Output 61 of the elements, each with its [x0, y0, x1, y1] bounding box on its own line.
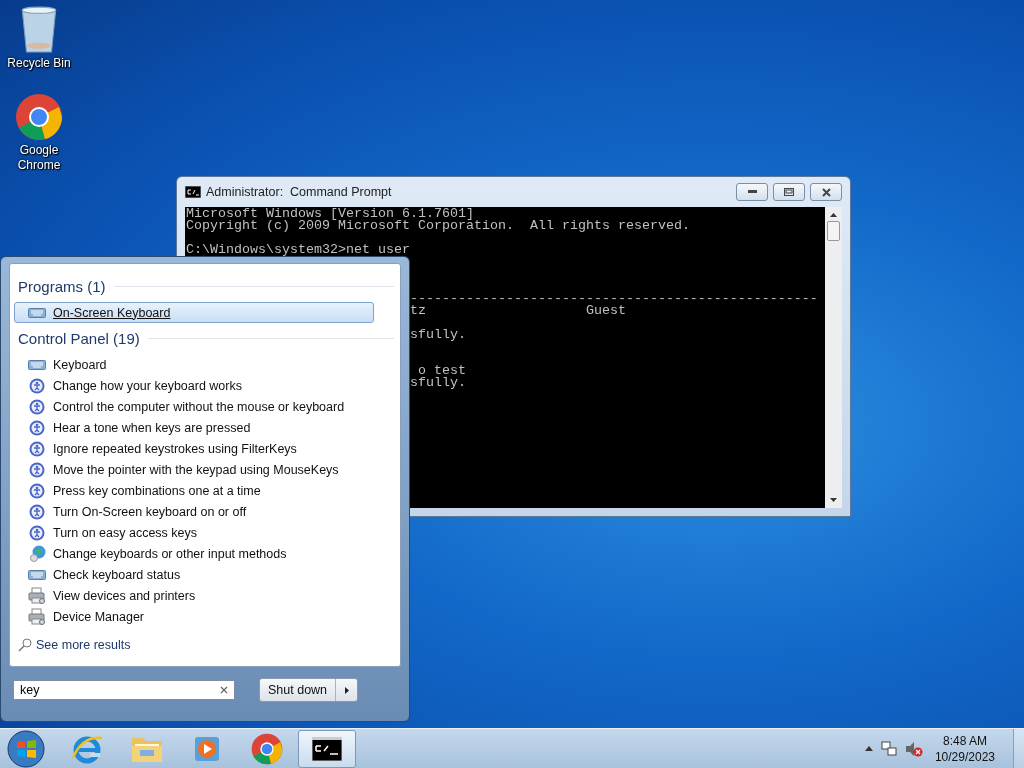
scroll-down-icon [830, 498, 837, 502]
search-result[interactable]: Move the pointer with the keypad using MouseKeys [14, 459, 374, 480]
accessibility-icon [29, 419, 45, 436]
globe-keyboard-icon [28, 545, 46, 562]
close-button[interactable] [810, 183, 842, 201]
chrome-icon[interactable] [15, 93, 63, 141]
search-field[interactable]: key [13, 680, 235, 700]
keyboard-icon [28, 358, 46, 371]
maximize-icon [784, 188, 794, 196]
search-result[interactable]: Turn On-Screen keyboard on or off [14, 501, 374, 522]
desktop-icon-label[interactable]: Google Chrome [4, 143, 74, 173]
clock-time[interactable]: 8:48 AM [942, 732, 987, 749]
search-result[interactable]: View devices and printers [14, 585, 374, 606]
scrollbar[interactable] [825, 207, 842, 508]
search-result[interactable]: Device Manager [14, 606, 374, 627]
see-more-link[interactable]: See more results [36, 638, 131, 652]
keyboard-icon [28, 568, 46, 581]
desktop-icon-label[interactable]: Recycle Bin [4, 56, 74, 71]
keyboard-icon [28, 306, 46, 319]
search-result[interactable]: Control the computer without the mouse or keyboard [14, 396, 374, 417]
search-result[interactable]: Hear a tone when keys are pressed [14, 417, 374, 438]
taskbar-button[interactable] [298, 729, 356, 768]
search-result[interactable]: Press key combinations one at a time [14, 480, 374, 501]
minimize-icon [747, 190, 757, 194]
accessibility-icon [29, 398, 45, 415]
accessibility-icon [29, 482, 45, 499]
console-output: Microsoft Windows [Version 6.1.7601] Copyright (c) 2009 Microsoft Corporation. All rights reserved. C:\Windows\system32>net user [185, 207, 690, 256]
scroll-thumb[interactable] [827, 221, 840, 241]
chrome-icon[interactable] [251, 732, 283, 765]
group-heading: Programs (1) [18, 277, 106, 295]
console-output: --------------------------------------------------- tz Guest sfully. o test sfully. [408, 292, 818, 389]
accessibility-icon [29, 503, 45, 520]
search-result[interactable]: Check keyboard status [14, 564, 374, 585]
search-result[interactable]: Change keyboards or other input methods [14, 543, 374, 564]
start-button[interactable] [7, 729, 45, 768]
search-icon [18, 638, 32, 652]
accessibility-icon [29, 377, 45, 394]
printer-icon [28, 608, 46, 625]
network-icon[interactable] [880, 740, 897, 757]
group-heading: Control Panel (19) [18, 329, 140, 347]
speaker-muted-icon[interactable] [904, 740, 923, 757]
search-result[interactable]: Turn on easy access keys [14, 522, 374, 543]
arrow-right-icon [344, 686, 349, 694]
console-icon [185, 186, 201, 198]
scroll-up-icon [830, 213, 837, 217]
minimize-button[interactable] [736, 183, 768, 201]
printer-icon [28, 587, 46, 604]
show-hidden-icons-icon[interactable] [864, 746, 873, 751]
console-icon[interactable] [312, 736, 342, 761]
clear-icon[interactable] [220, 686, 228, 694]
clock-date[interactable]: 10/29/2023 [934, 748, 995, 765]
window-title: Administrator: Command Prompt [206, 185, 393, 199]
maximize-button[interactable] [773, 183, 805, 201]
search-result[interactable]: Keyboard [14, 354, 374, 375]
accessibility-icon [29, 524, 45, 541]
accessibility-icon [29, 440, 45, 457]
search-result[interactable]: Change how your keyboard works [14, 375, 374, 396]
accessibility-icon [29, 461, 45, 478]
search-result[interactable]: On-Screen Keyboard [14, 302, 374, 323]
search-result[interactable]: Ignore repeated keystrokes using FilterKeys [14, 438, 374, 459]
close-icon [821, 187, 831, 197]
